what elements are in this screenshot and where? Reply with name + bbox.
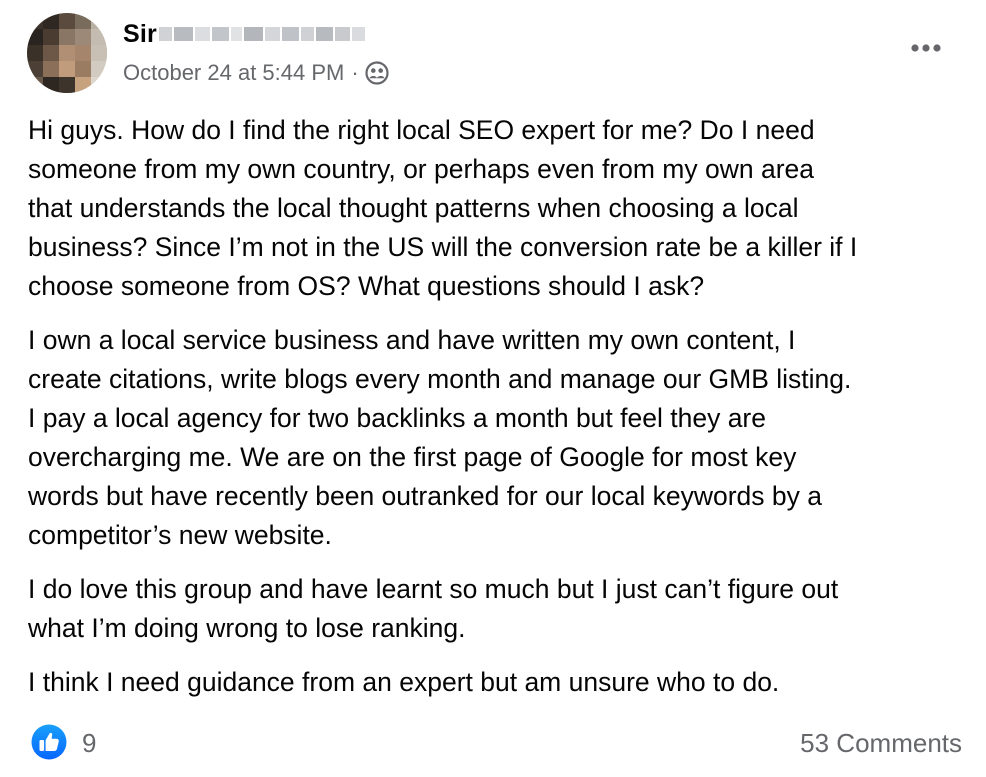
like-reaction-button[interactable] [31, 724, 67, 760]
meta-separator: · [351, 60, 359, 85]
post-paragraph: I think I need guidance from an expert b… [28, 667, 780, 697]
post-card: Sir October 24 at 5:44 PM · Hi guys. How… [0, 0, 986, 777]
avatar-image [27, 13, 107, 93]
author-name[interactable]: Sir [123, 20, 157, 49]
comments-count-link[interactable]: 53 Comments [800, 726, 962, 760]
reaction-count[interactable]: 9 [82, 726, 96, 760]
post-timestamp[interactable]: October 24 at 5:44 PM [123, 60, 344, 86]
post-text: Hi guys. How do I find the right local S… [28, 111, 968, 717]
redacted-name-blur [158, 23, 365, 45]
like-icon [31, 724, 67, 760]
author-row: Sir [123, 16, 365, 52]
friends-icon[interactable] [365, 61, 389, 85]
post-paragraph: I own a local service business and have … [28, 325, 852, 550]
more-options-button[interactable] [900, 28, 952, 68]
post-paragraph: I do love this group and have learnt so … [28, 574, 839, 643]
post-meta: October 24 at 5:44 PM · [123, 58, 389, 88]
post-paragraph: Hi guys. How do I find the right local S… [28, 115, 858, 301]
more-options-icon [911, 44, 941, 52]
avatar[interactable] [27, 13, 107, 93]
